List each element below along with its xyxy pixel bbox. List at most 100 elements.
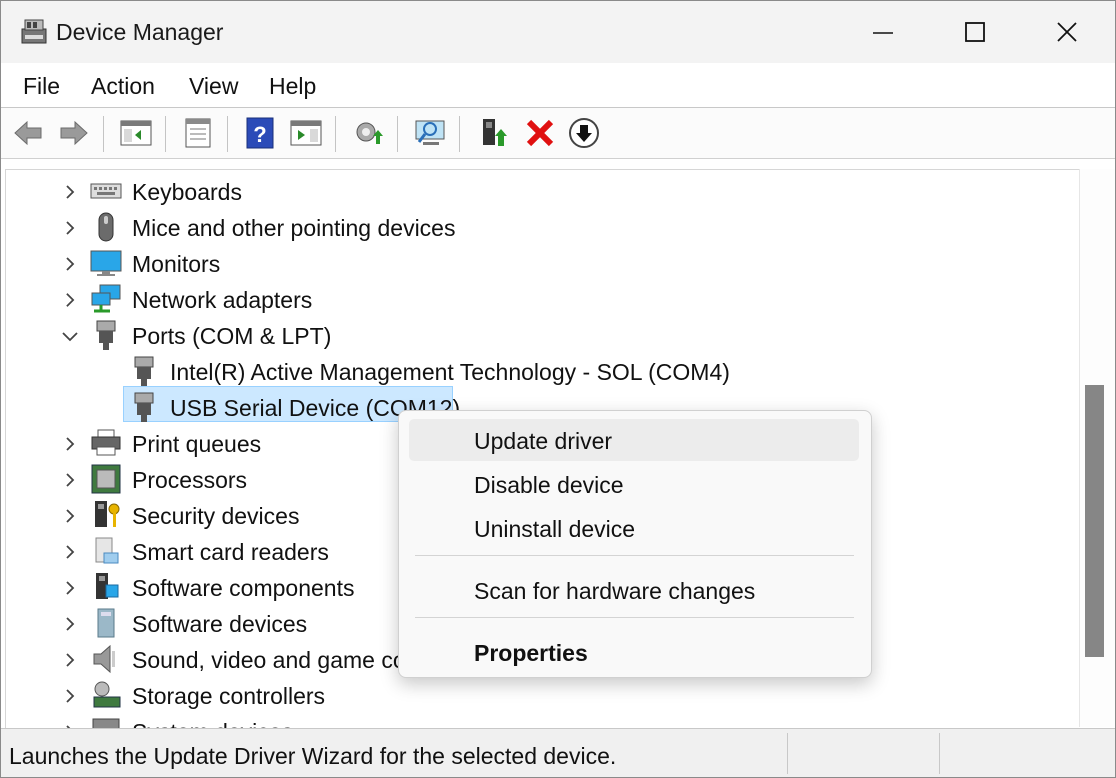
- toolbar-separator: [103, 116, 104, 152]
- software-component-icon: [96, 573, 119, 599]
- tree-item-system-devices[interactable]: System devices: [60, 714, 400, 728]
- close-button[interactable]: [1021, 1, 1113, 63]
- menu-item-label: Uninstall device: [474, 516, 636, 542]
- menu-disable-device[interactable]: Disable device: [409, 463, 859, 505]
- tree-item-label: Keyboards: [132, 179, 242, 205]
- tree-item-label: Print queues: [132, 431, 262, 457]
- action-pane-icon[interactable]: [289, 116, 323, 150]
- back-icon[interactable]: [11, 116, 45, 150]
- chevron-right-icon[interactable]: [60, 434, 80, 454]
- tree-item-label: Processors: [132, 467, 248, 493]
- chevron-right-icon[interactable]: [60, 218, 80, 238]
- monitor-icon[interactable]: [413, 116, 447, 150]
- chevron-right-icon[interactable]: [60, 578, 80, 598]
- scan-hardware-icon[interactable]: [351, 116, 385, 150]
- speaker-icon: [93, 644, 115, 674]
- chevron-right-icon[interactable]: [60, 614, 80, 634]
- menu-view[interactable]: View: [189, 73, 238, 100]
- status-divider: [939, 733, 940, 774]
- tree-item-storage-controllers[interactable]: Storage controllers: [60, 678, 400, 714]
- svg-text:?: ?: [253, 122, 266, 147]
- toolbar-separator: [459, 116, 460, 152]
- minimize-button[interactable]: [837, 1, 929, 63]
- status-divider: [787, 733, 788, 774]
- chevron-right-icon[interactable]: [60, 686, 80, 706]
- tree-item-monitors[interactable]: Monitors: [60, 246, 660, 282]
- menu-update-driver[interactable]: Update driver: [409, 419, 859, 461]
- tree-item-network-adapters[interactable]: Network adapters: [60, 282, 660, 318]
- title-bar: Device Manager: [1, 1, 1115, 63]
- chevron-right-icon[interactable]: [60, 650, 80, 670]
- tree-item-label: Monitors: [132, 251, 221, 277]
- uninstall-icon[interactable]: [523, 116, 557, 150]
- device-manager-app-icon: [21, 19, 47, 44]
- menu-bar: File Action View Help: [1, 63, 1115, 107]
- port-icon: [134, 356, 154, 386]
- tree-item-label: Network adapters: [132, 287, 313, 313]
- menu-item-label: Update driver: [474, 428, 613, 454]
- close-icon: [1057, 22, 1077, 42]
- update-driver-icon[interactable]: [477, 116, 511, 150]
- minimize-icon: [873, 32, 893, 34]
- chevron-down-icon[interactable]: [60, 326, 80, 346]
- toolbar-separator: [165, 116, 166, 152]
- disable-icon[interactable]: [567, 116, 601, 150]
- vertical-scrollbar[interactable]: [1079, 169, 1115, 727]
- chevron-right-icon[interactable]: [60, 470, 80, 490]
- monitor-icon: [90, 250, 122, 276]
- menu-properties[interactable]: Properties: [409, 631, 859, 673]
- menu-separator: [415, 617, 854, 618]
- smartcard-icon: [95, 537, 119, 564]
- tree-item-software-devices[interactable]: Software devices: [60, 606, 400, 642]
- system-icon: [92, 718, 120, 728]
- menu-help[interactable]: Help: [269, 73, 316, 100]
- mouse-icon: [98, 212, 114, 242]
- status-bar: Launches the Update Driver Wizard for th…: [1, 728, 1115, 777]
- storage-icon: [93, 681, 121, 708]
- tree-item-keyboards[interactable]: Keyboards: [60, 174, 660, 210]
- tree-item-label: Storage controllers: [132, 683, 326, 709]
- tree-item-software-components[interactable]: Software components: [60, 570, 400, 606]
- tree-item-label: Smart card readers: [132, 539, 329, 565]
- window-title: Device Manager: [56, 19, 224, 45]
- processor-icon: [91, 464, 121, 494]
- scrollbar-thumb[interactable]: [1085, 385, 1104, 657]
- properties-icon[interactable]: [181, 116, 215, 150]
- tree-item-label: Ports (COM & LPT): [132, 323, 332, 349]
- tree-item-label: Sound, video and game co: [132, 647, 406, 673]
- tree-item-sound-video-game[interactable]: Sound, video and game co: [60, 642, 406, 678]
- maximize-button[interactable]: [929, 1, 1021, 63]
- tree-item-processors[interactable]: Processors: [60, 462, 400, 498]
- menu-scan-hardware[interactable]: Scan for hardware changes: [409, 569, 859, 611]
- tree-item-print-queues[interactable]: Print queues: [60, 426, 400, 462]
- tree-item-label: Software devices: [132, 611, 308, 637]
- tree-item-ports[interactable]: Ports (COM & LPT): [60, 318, 660, 354]
- keyboard-icon: [90, 183, 122, 199]
- show-hide-console-tree-icon[interactable]: [119, 116, 153, 150]
- chevron-right-icon[interactable]: [60, 542, 80, 562]
- forward-icon[interactable]: [57, 116, 91, 150]
- port-icon: [96, 320, 116, 350]
- tree-item-mice[interactable]: Mice and other pointing devices: [60, 210, 660, 246]
- menu-file[interactable]: File: [23, 73, 60, 100]
- device-manager-window: Device Manager File Action View Help ? K…: [0, 0, 1116, 778]
- context-menu: Update driver Disable device Uninstall d…: [398, 410, 872, 678]
- toolbar-separator: [397, 116, 398, 152]
- menu-action[interactable]: Action: [91, 73, 155, 100]
- tree-item-label: Mice and other pointing devices: [132, 215, 456, 241]
- tree-item-label: Intel(R) Active Management Technology - …: [170, 359, 730, 385]
- chevron-right-icon[interactable]: [60, 254, 80, 274]
- chevron-right-icon[interactable]: [60, 290, 80, 310]
- status-text: Launches the Update Driver Wizard for th…: [9, 743, 617, 769]
- tree-item-intel-amt-sol[interactable]: Intel(R) Active Management Technology - …: [128, 354, 848, 390]
- printer-icon: [91, 429, 121, 456]
- help-icon[interactable]: ?: [243, 116, 277, 150]
- tree-item-smart-card-readers[interactable]: Smart card readers: [60, 534, 400, 570]
- menu-item-label: Properties: [474, 640, 588, 666]
- software-device-icon: [97, 608, 115, 638]
- chevron-right-icon[interactable]: [60, 182, 80, 202]
- menu-uninstall-device[interactable]: Uninstall device: [409, 507, 859, 549]
- tree-item-security-devices[interactable]: Security devices: [60, 498, 400, 534]
- chevron-right-icon[interactable]: [60, 506, 80, 526]
- toolbar: ?: [1, 107, 1115, 159]
